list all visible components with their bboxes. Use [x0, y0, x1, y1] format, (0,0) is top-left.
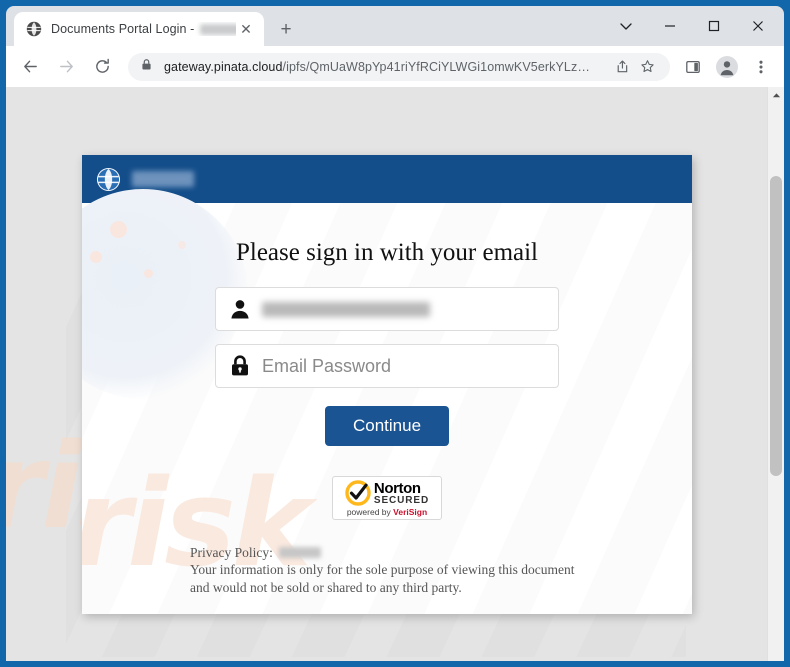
url-path: /ipfs/QmUaW8pYp41riYfRCiYLWGi1omwKV5erkY…: [282, 59, 590, 74]
url-host: gateway.pinata.cloud: [164, 59, 283, 74]
norton-secured-label: SECURED: [373, 494, 430, 506]
forward-button[interactable]: [51, 52, 81, 82]
continue-button[interactable]: Continue: [325, 406, 449, 446]
site-lock-icon[interactable]: [140, 58, 154, 76]
scrollbar-track[interactable]: [768, 104, 784, 644]
norton-secured-badge: Norton SECURED powered by VeriSign: [332, 476, 442, 520]
norton-checkmark-icon: [345, 480, 371, 506]
password-placeholder: Email Password: [262, 355, 392, 376]
privacy-block: Privacy Policy: Your information is only…: [190, 544, 692, 614]
browser-window: Documents Portal Login - ✕ + gateway.pin…: [0, 0, 790, 667]
card-header: [82, 155, 692, 203]
page-viewport: risk Please sign in with your email Emai…: [6, 87, 784, 661]
browser-tab[interactable]: Documents Portal Login - ✕: [14, 12, 264, 46]
browser-toolbar: gateway.pinata.cloud/ipfs/QmUaW8pYp41riY…: [6, 46, 784, 87]
scrollbar-thumb[interactable]: [770, 176, 782, 476]
new-tab-button[interactable]: +: [272, 15, 300, 43]
privacy-line-2: and would not be sold or shared to any t…: [190, 579, 462, 595]
url-text: gateway.pinata.cloud/ipfs/QmUaW8pYp41riY…: [164, 60, 608, 74]
page-title: Please sign in with your email: [235, 239, 539, 266]
maximize-button[interactable]: [692, 7, 736, 45]
side-panel-icon[interactable]: [678, 52, 708, 82]
norton-powered-by: powered by VeriSign: [337, 507, 437, 517]
norton-name: Norton: [373, 479, 421, 497]
privacy-policy-value-redacted: [278, 547, 321, 559]
window-controls: [604, 6, 780, 46]
share-icon[interactable]: [608, 54, 634, 80]
email-field[interactable]: [215, 287, 559, 331]
minimize-button[interactable]: [648, 7, 692, 45]
login-card: risk Please sign in with your email Emai…: [82, 155, 692, 614]
card-body: risk Please sign in with your email Emai…: [82, 189, 692, 614]
card-content: Please sign in with your email Email Pas…: [82, 239, 692, 614]
three-dot-menu-icon[interactable]: [746, 52, 776, 82]
watermark-dot: [110, 221, 127, 238]
address-bar[interactable]: gateway.pinata.cloud/ipfs/QmUaW8pYp41riY…: [128, 52, 670, 81]
user-icon: [228, 297, 252, 321]
privacy-policy-label: Privacy Policy:: [190, 545, 273, 560]
scroll-up-button[interactable]: [768, 87, 784, 104]
lock-icon: [228, 354, 252, 378]
verisign-brand: VeriSign: [393, 507, 428, 517]
password-field[interactable]: Email Password: [215, 344, 559, 388]
norton-wordmark: Norton SECURED: [374, 481, 429, 506]
email-value-redacted: [262, 301, 430, 317]
bookmark-star-icon[interactable]: [634, 54, 660, 80]
brand-name-redacted: [132, 171, 194, 187]
brand-globe-icon: [96, 167, 121, 192]
tab-close-icon[interactable]: ✕: [236, 19, 256, 39]
tab-title: Documents Portal Login -: [51, 22, 236, 36]
tab-title-redacted: [200, 24, 236, 36]
privacy-policy-line: Privacy Policy:: [190, 544, 692, 561]
tab-search-button[interactable]: [604, 7, 648, 45]
profile-avatar-icon[interactable]: [712, 52, 742, 82]
close-window-button[interactable]: [736, 7, 780, 45]
page-scrollbar[interactable]: [767, 87, 784, 661]
norton-badge-top: Norton SECURED: [337, 480, 437, 506]
powered-by-prefix: powered by: [346, 507, 394, 517]
tab-favicon-globe-icon: [26, 21, 42, 37]
reload-button[interactable]: [87, 52, 117, 82]
tab-strip: Documents Portal Login - ✕ +: [6, 6, 784, 46]
privacy-line-1: Your information is only for the sole pu…: [190, 562, 575, 578]
back-button[interactable]: [15, 52, 45, 82]
